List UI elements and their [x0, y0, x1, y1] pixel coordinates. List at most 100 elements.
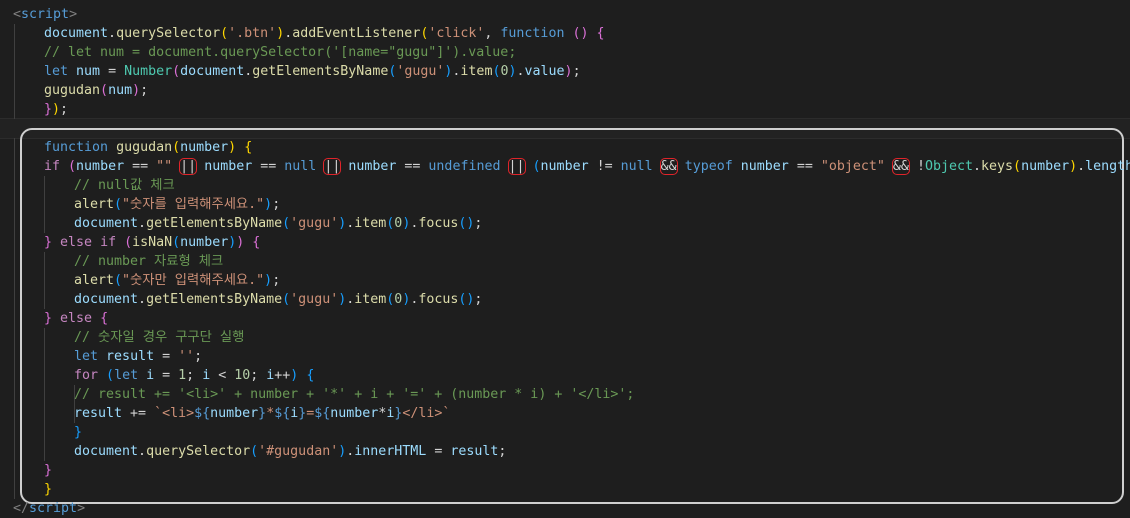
code-line[interactable]: document.querySelector('.btn').addEventL…	[0, 24, 1130, 43]
code-line[interactable]: alert("숫자만 입력해주세요.");	[0, 271, 1130, 290]
code-token: (	[1013, 159, 1022, 174]
code-token: =	[154, 368, 179, 383]
code-token: 'gugu'	[290, 216, 339, 231]
code-token: // number 자료형 체크	[74, 254, 224, 269]
code-token: result	[450, 444, 499, 459]
code-token: result	[106, 349, 155, 364]
code-text: function gugudan(number) {	[44, 138, 252, 157]
code-token: ;	[60, 102, 69, 117]
code-token: ${	[274, 406, 291, 421]
code-token: ()	[572, 26, 589, 41]
code-text: if (number == "" || number == null || nu…	[44, 157, 1130, 176]
code-token: (	[282, 216, 291, 231]
code-text: document.getElementsByName('gugu').item(…	[74, 290, 482, 309]
indent-guide	[14, 252, 15, 271]
indent-guide	[44, 442, 45, 461]
code-line[interactable]: </script>	[0, 499, 1130, 518]
code-token: `<li>	[154, 406, 195, 421]
code-line[interactable]: } else {	[0, 309, 1130, 328]
indent-guide	[14, 195, 15, 214]
code-token: item	[354, 292, 387, 307]
code-line[interactable]: let num = Number(document. getElementsByN…	[0, 62, 1130, 81]
code-token: (	[220, 26, 229, 41]
code-line[interactable]: document.getElementsByName('gugu').item(…	[0, 214, 1130, 233]
code-line[interactable]: function gugudan(number) {	[0, 138, 1130, 157]
code-line[interactable]: // result += '<li>' + number + '*' + i +…	[0, 385, 1130, 404]
code-token: item	[460, 64, 493, 79]
code-line[interactable]: }	[0, 423, 1130, 442]
indent-guide	[14, 423, 15, 442]
code-line[interactable]	[0, 119, 1130, 138]
code-token: undefined	[428, 159, 501, 174]
code-token: script	[21, 7, 70, 22]
code-line[interactable]: result += `<li>${number}*${i}=${number*i…	[0, 404, 1130, 423]
code-token: )	[564, 64, 573, 79]
code-token: ==	[252, 159, 285, 174]
code-token: querySelector	[146, 444, 251, 459]
code-token: else	[60, 311, 93, 326]
code-line[interactable]: } else if (isNaN(number)) {	[0, 233, 1130, 252]
code-token: ==	[396, 159, 429, 174]
code-token: ;	[572, 64, 581, 79]
code-token: ==	[788, 159, 821, 174]
code-token: number	[76, 159, 125, 174]
indent-guide	[14, 81, 15, 100]
code-token: null	[284, 159, 317, 174]
code-line[interactable]: // number 자료형 체크	[0, 252, 1130, 271]
code-line[interactable]: <script>	[0, 5, 1130, 24]
code-token: }	[44, 235, 53, 250]
code-line[interactable]: document.querySelector('#gugudan').inner…	[0, 442, 1130, 461]
code-token: // let num = document.querySelector('[na…	[44, 45, 517, 60]
code-token: {	[252, 235, 261, 250]
highlighted-operator: ||	[507, 158, 526, 175]
code-token: document	[74, 216, 139, 231]
code-token: value	[524, 64, 565, 79]
code-token: number	[330, 406, 379, 421]
code-token: number	[180, 140, 229, 155]
code-token: (	[114, 273, 123, 288]
indent-guide	[14, 214, 15, 233]
code-editor[interactable]: <script> document.querySelector('.btn').a…	[0, 0, 1130, 518]
code-text: let num = Number(document. getElementsByN…	[44, 62, 581, 81]
code-token: alert	[74, 273, 115, 288]
code-token: document	[44, 26, 109, 41]
indent-guide	[14, 404, 15, 423]
code-token: </	[13, 501, 30, 516]
indent-guide	[14, 271, 15, 290]
code-line[interactable]: }	[0, 480, 1130, 499]
code-token: ''	[178, 349, 195, 364]
code-line[interactable]: gugudan(num);	[0, 81, 1130, 100]
code-text: // result += '<li>' + number + '*' + i +…	[74, 385, 634, 404]
code-line[interactable]: if (number == "" || number == null || nu…	[0, 157, 1130, 176]
indent-guide	[14, 480, 15, 499]
code-line[interactable]: for (let i = 1; i < 10; i++) {	[0, 366, 1130, 385]
code-token: (	[124, 235, 133, 250]
code-line[interactable]: // 숫자일 경우 구구단 실행	[0, 328, 1130, 347]
code-line[interactable]: // let num = document.querySelector('[na…	[0, 43, 1130, 62]
code-token: ()	[458, 292, 475, 307]
code-line[interactable]: // null값 체크	[0, 176, 1130, 195]
code-token: *	[266, 406, 275, 421]
code-token: addEventListener	[292, 26, 421, 41]
code-line[interactable]: alert("숫자를 입력해주세요.");	[0, 195, 1130, 214]
code-token: number	[1021, 159, 1070, 174]
code-token: isNaN	[132, 235, 173, 250]
code-line[interactable]: }	[0, 461, 1130, 480]
code-text: } else if (isNaN(number)) {	[44, 233, 260, 252]
code-line[interactable]: });	[0, 100, 1130, 119]
code-line[interactable]: let result = '';	[0, 347, 1130, 366]
code-token: =	[100, 64, 125, 79]
code-token: function	[44, 140, 109, 155]
indent-guide	[44, 423, 45, 442]
highlighted-operator: ||	[179, 158, 198, 175]
code-token: 'click'	[428, 26, 485, 41]
code-line[interactable]: document.getElementsByName('gugu').item(…	[0, 290, 1130, 309]
indent-guide	[14, 328, 15, 347]
code-text: // let num = document.querySelector('[na…	[44, 43, 516, 62]
